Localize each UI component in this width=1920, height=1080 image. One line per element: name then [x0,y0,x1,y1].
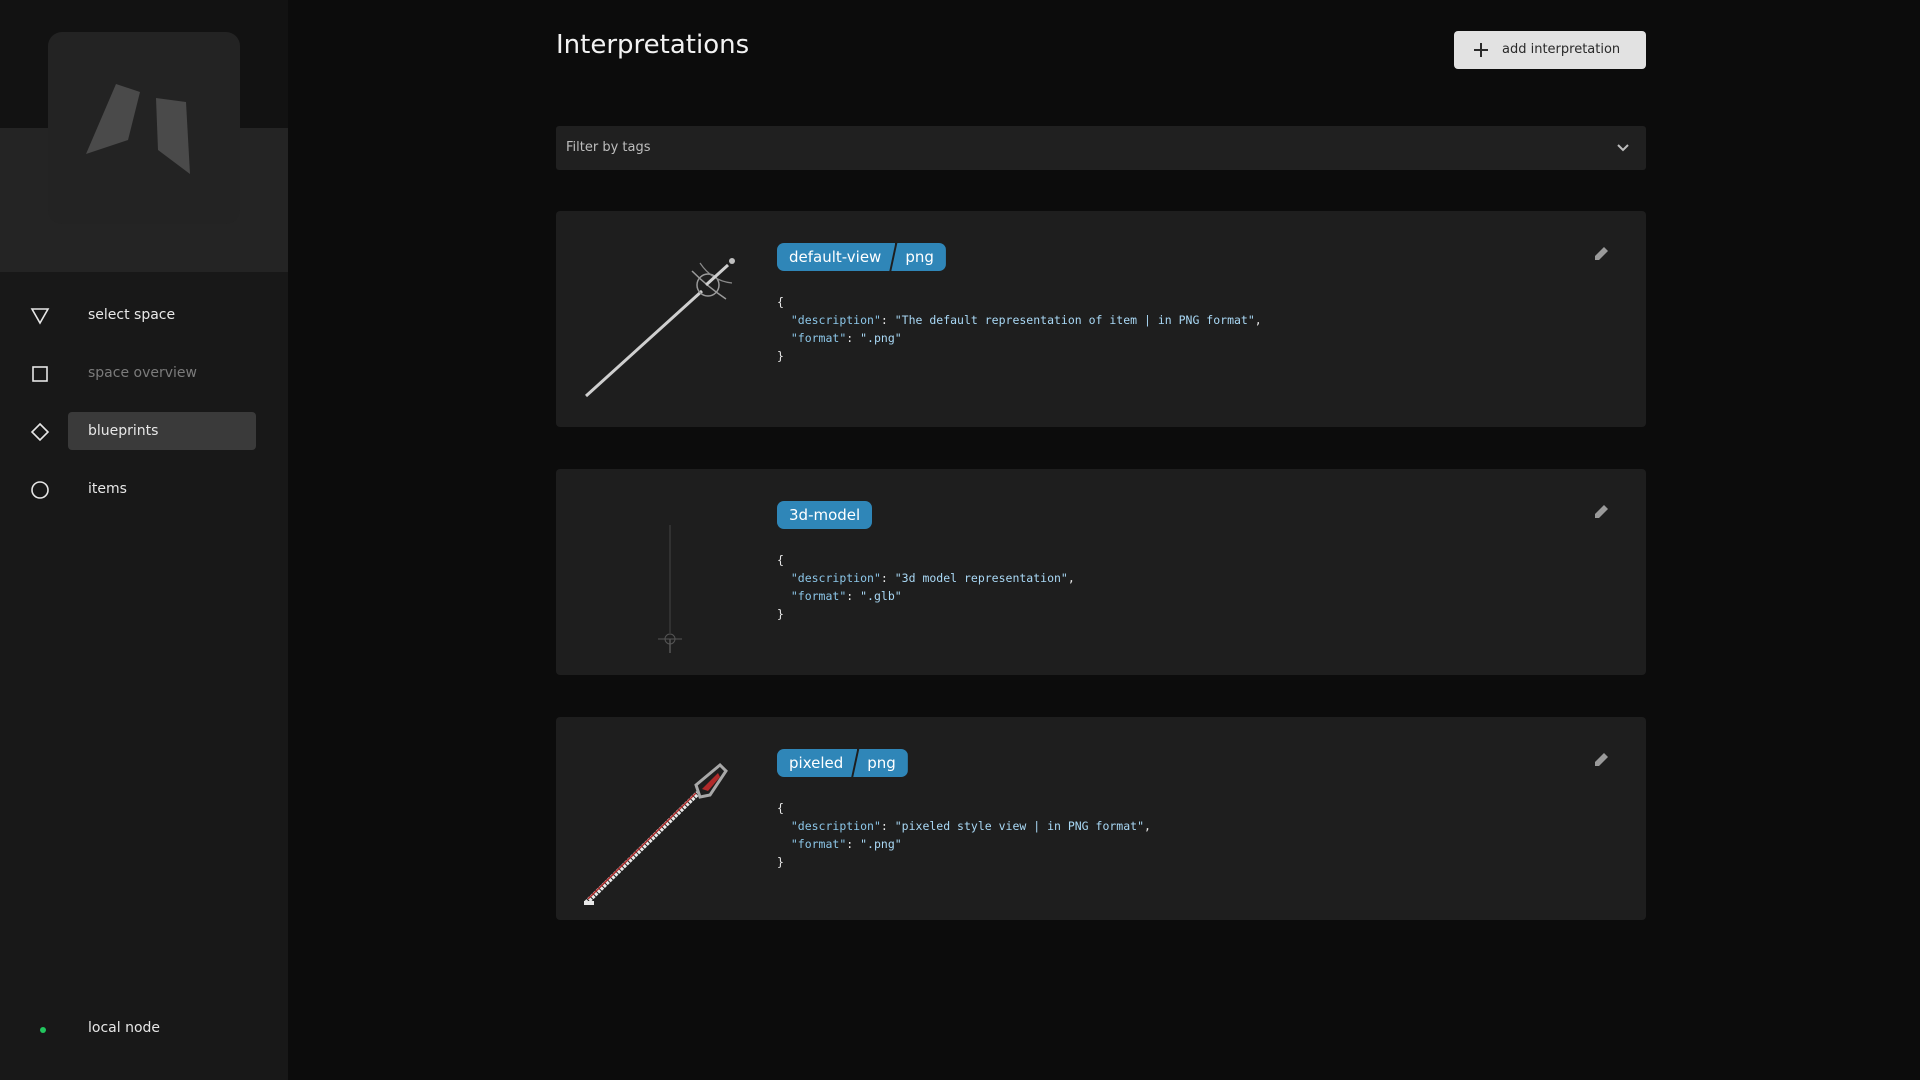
node-label: local node [88,1020,161,1036]
tag-group: default-view png [777,243,946,271]
tag-badge[interactable]: png [853,749,908,777]
description-value: The default representation of item | in … [901,313,1248,327]
metadata-json: { "description": "3d model representatio… [777,553,1075,621]
tag-group: 3d-model [777,501,873,529]
sidebar: select space space overview blueprints i… [0,0,288,1080]
page-title: Interpretations [556,30,750,60]
triangle-down-icon [30,308,50,325]
metadata-json: { "description": "The default representa… [777,295,1262,363]
logo-icon [86,84,190,174]
sidebar-item-label: items [88,481,127,497]
pencil-icon[interactable] [1592,245,1610,263]
app-logo[interactable] [48,32,240,224]
interpretation-card[interactable]: 3d-model { "description": "3d model repr… [556,469,1646,675]
diamond-icon [30,422,50,442]
interpretation-card[interactable]: pixeled png { "description": "pixeled st… [556,717,1646,920]
rapier-3d-model-preview [658,525,682,653]
filter-by-tags-select[interactable]: Filter by tags [556,126,1646,170]
format-value: .glb [867,589,895,603]
circle-icon [31,481,49,499]
sidebar-item-space-overview[interactable]: space overview [0,354,288,394]
tag-badge[interactable]: png [891,243,946,271]
description-value: 3d model representation [901,571,1061,585]
sidebar-item-label: blueprints [88,423,159,439]
square-icon [32,366,48,382]
tag-group: pixeled png [777,749,908,777]
tag-badge[interactable]: pixeled [777,749,857,777]
pencil-icon[interactable] [1592,751,1610,769]
filter-placeholder: Filter by tags [566,140,651,155]
chevron-down-icon [1617,144,1629,152]
add-button-label: add interpretation [1502,42,1621,57]
tag-badge[interactable]: default-view [777,243,895,271]
metadata-json: { "description": "pixeled style view | i… [777,801,1151,869]
format-value: .png [867,331,895,345]
sidebar-item-select-space[interactable]: select space [0,296,288,336]
interpretation-card[interactable]: default-view png { "description": "The d… [556,211,1646,427]
sidebar-item-items[interactable]: items [0,470,288,510]
plus-icon [1474,43,1488,57]
sidebar-item-label: select space [88,307,176,323]
tag-badge[interactable]: 3d-model [777,501,873,529]
pixel-rapier-image [584,762,728,905]
add-interpretation-button[interactable]: add interpretation [1454,31,1646,69]
node-status[interactable]: local node [0,1014,288,1044]
format-value: .png [867,837,895,851]
status-dot-icon [40,1027,46,1033]
description-value: pixeled style view | in PNG format [901,819,1138,833]
pencil-icon[interactable] [1592,503,1610,521]
rapier-sword-image [584,258,735,398]
sidebar-item-label: space overview [88,365,197,381]
sidebar-item-blueprints[interactable]: blueprints [0,412,288,452]
